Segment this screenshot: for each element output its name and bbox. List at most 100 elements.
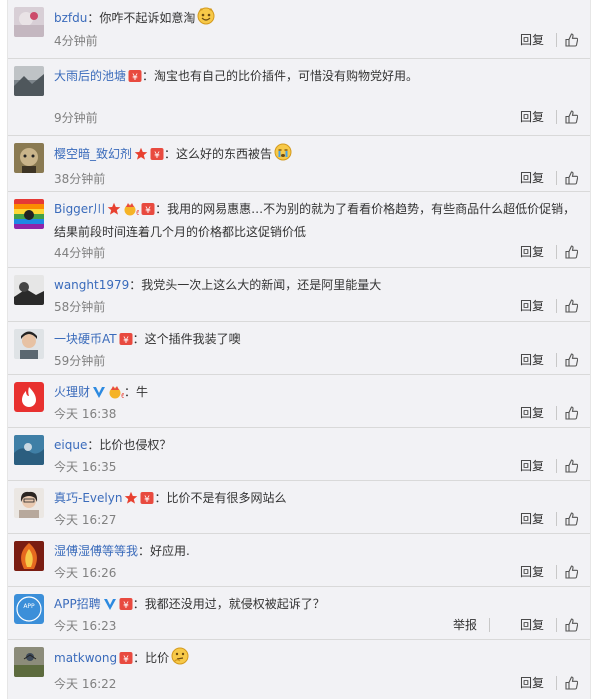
username[interactable]: wanght1979 bbox=[54, 278, 129, 292]
reply-button[interactable]: 回复 bbox=[520, 674, 544, 691]
comment-item: 真巧-Evelyn ¥ ：比价不是有很多网站么 今天 16:27 回复 bbox=[8, 481, 590, 534]
username[interactable]: 樱空暗_致幻剂 bbox=[54, 147, 132, 161]
thumbs-up-icon[interactable] bbox=[565, 511, 578, 526]
username[interactable]: eique bbox=[54, 438, 87, 452]
verified-v-icon bbox=[103, 597, 117, 617]
avatar[interactable] bbox=[14, 382, 44, 412]
avatar[interactable] bbox=[14, 435, 44, 465]
reply-button[interactable]: 回复 bbox=[520, 31, 544, 48]
divider bbox=[556, 458, 557, 473]
thumbs-up-icon[interactable] bbox=[565, 405, 578, 420]
avatar[interactable] bbox=[14, 7, 44, 37]
thumbs-up-icon[interactable] bbox=[565, 564, 578, 579]
thumbs-up-icon[interactable] bbox=[565, 298, 578, 313]
avatar[interactable] bbox=[14, 275, 44, 305]
timestamp: 今天 16:27 bbox=[54, 513, 117, 527]
thumbs-up-icon[interactable] bbox=[565, 675, 578, 690]
divider bbox=[556, 170, 557, 185]
timestamp: 今天 16:22 bbox=[54, 677, 117, 691]
comment-list: bzfdu：你咋不起诉如意淘 4分钟前 回复 大雨后的池塘 ¥ ：淘宝也有自己的比价… bbox=[7, 0, 591, 699]
avatar[interactable] bbox=[14, 541, 44, 571]
avatar[interactable] bbox=[14, 647, 44, 677]
username[interactable]: APP招聘 bbox=[54, 597, 101, 611]
comment-item: 樱空暗_致幻剂 ¥ ：这么好的东西被告 38分钟前 回复 bbox=[8, 136, 590, 192]
username[interactable]: Bigger川 bbox=[54, 202, 105, 216]
comment-text: ：好应用. bbox=[138, 544, 190, 558]
reply-button[interactable]: 回复 bbox=[520, 351, 544, 368]
thumbs-up-icon[interactable] bbox=[565, 244, 578, 259]
comment-item: matkwong ¥ ：比价 今天 16:22 回复 bbox=[8, 640, 590, 700]
thumbs-up-icon[interactable] bbox=[565, 170, 578, 185]
thumbs-up-icon[interactable] bbox=[565, 352, 578, 367]
timestamp: 今天 16:23 bbox=[54, 619, 117, 633]
comment-item: Bigger川 6 ¥ ：我用的网易惠惠…不为别的就为了看看价格趋势，有些商品什么超低… bbox=[8, 192, 590, 268]
username[interactable]: bzfdu bbox=[54, 11, 87, 25]
level-icon: 6 bbox=[123, 202, 141, 222]
timestamp: 今天 16:26 bbox=[54, 566, 117, 580]
avatar[interactable] bbox=[14, 329, 44, 359]
reply-button[interactable]: 回复 bbox=[520, 563, 544, 580]
timestamp: 44分钟前 bbox=[54, 246, 106, 260]
timestamp: 今天 16:35 bbox=[54, 460, 117, 474]
avatar[interactable] bbox=[14, 199, 44, 229]
star-icon bbox=[107, 202, 121, 222]
reply-button[interactable]: 回复 bbox=[520, 169, 544, 186]
comment-text-continued: 结果前段时间连着几个月的价格都比这促销价低 bbox=[54, 225, 307, 239]
comment-item: 火理财 6 ：牛 今天 16:38 回复 bbox=[8, 375, 590, 428]
avatar[interactable] bbox=[14, 66, 44, 96]
smiley-emoji-icon bbox=[197, 7, 215, 31]
divider bbox=[556, 564, 557, 579]
svg-text:¥: ¥ bbox=[123, 601, 129, 611]
crying-emoji-icon bbox=[274, 143, 292, 167]
comment-text: ：我用的网易惠惠…不为别的就为了看看价格趋势，有些商品什么超低价促销， bbox=[155, 202, 576, 216]
reply-button[interactable]: 回复 bbox=[520, 243, 544, 260]
comment-text: ：比价也侵权？ bbox=[87, 438, 172, 452]
timestamp: 38分钟前 bbox=[54, 172, 106, 186]
comment-text: ：这么好的东西被告 bbox=[164, 147, 273, 161]
reply-button[interactable]: 回复 bbox=[520, 510, 544, 527]
svg-text:¥: ¥ bbox=[145, 206, 151, 216]
comment-item: eique：比价也侵权？ 今天 16:35 回复 bbox=[8, 428, 590, 481]
avatar[interactable]: APP bbox=[14, 594, 44, 624]
username[interactable]: 一块硬币AT bbox=[54, 332, 117, 346]
reply-button[interactable]: 回复 bbox=[520, 616, 544, 633]
report-button[interactable]: 举报 bbox=[453, 616, 477, 633]
thumbs-up-icon[interactable] bbox=[565, 617, 578, 632]
comment-item: APP APP招聘 ¥ ：我都还没用过，就侵权被起诉了？ 今天 16:23 举报 回… bbox=[8, 587, 590, 640]
thumbs-up-icon[interactable] bbox=[565, 458, 578, 473]
comment-text: ：我都还没用过，就侵权被起诉了？ bbox=[132, 597, 325, 611]
avatar[interactable] bbox=[14, 488, 44, 518]
comment-text: ：比价不是有很多网站么 bbox=[154, 491, 287, 505]
svg-text:¥: ¥ bbox=[145, 495, 151, 505]
username[interactable]: 大雨后的池塘 bbox=[54, 69, 126, 83]
divider bbox=[556, 298, 557, 313]
comment-text: ：你咋不起诉如意淘 bbox=[87, 11, 196, 25]
username[interactable]: 真巧-Evelyn bbox=[54, 491, 122, 505]
divider bbox=[556, 109, 557, 124]
username[interactable]: 火理财 bbox=[54, 385, 90, 399]
thinking-emoji-icon bbox=[171, 647, 189, 671]
verified-v-icon bbox=[92, 385, 106, 405]
reply-button[interactable]: 回复 bbox=[520, 108, 544, 125]
divider bbox=[556, 352, 557, 367]
vip-icon: ¥ bbox=[119, 651, 133, 671]
avatar[interactable] bbox=[14, 143, 44, 173]
username[interactable]: 湿傅湿傅等等我 bbox=[54, 544, 138, 558]
comment-item: wanght1979：我党头一次上这么大的新闻，还是阿里能量大 58分钟前 回复 bbox=[8, 268, 590, 322]
reply-button[interactable]: 回复 bbox=[520, 297, 544, 314]
vip-icon: ¥ bbox=[150, 147, 164, 167]
comment-text: ：比价 bbox=[133, 651, 170, 665]
svg-text:APP: APP bbox=[23, 603, 35, 610]
thumbs-up-icon[interactable] bbox=[565, 109, 578, 124]
thumbs-up-icon[interactable] bbox=[565, 32, 578, 47]
svg-text:¥: ¥ bbox=[123, 336, 129, 346]
comment-item: 湿傅湿傅等等我：好应用. 今天 16:26 回复 bbox=[8, 534, 590, 587]
reply-button[interactable]: 回复 bbox=[520, 404, 544, 421]
svg-text:¥: ¥ bbox=[132, 73, 138, 83]
divider bbox=[556, 244, 557, 259]
reply-button[interactable]: 回复 bbox=[520, 457, 544, 474]
username[interactable]: matkwong bbox=[54, 651, 117, 665]
divider bbox=[556, 32, 557, 47]
svg-text:6: 6 bbox=[136, 209, 139, 216]
timestamp: 9分钟前 bbox=[54, 111, 98, 125]
